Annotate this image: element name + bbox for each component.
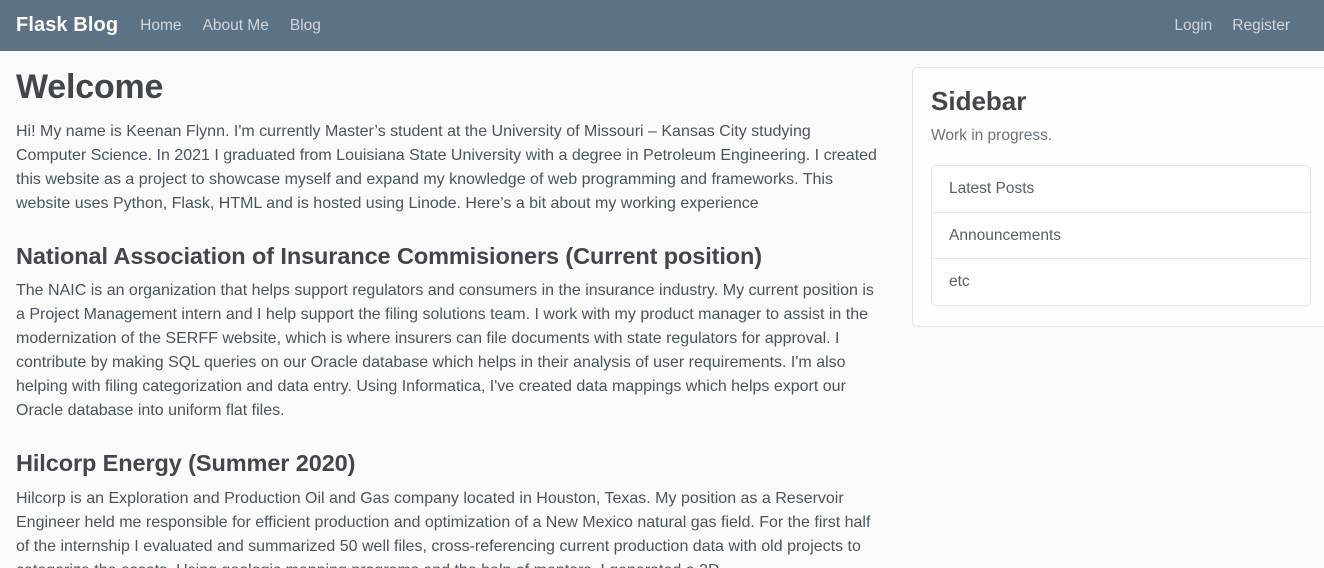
nav-link-about-me[interactable]: About Me (203, 17, 269, 34)
sidebar-title: Sidebar (931, 86, 1027, 116)
nav-item-about-me: About Me (203, 17, 269, 35)
main-content-column: Welcome Hi! My name is Keenan Flynn. I'm… (16, 51, 896, 568)
nav-item-home: Home (140, 17, 181, 35)
page-container: Welcome Hi! My name is Keenan Flynn. I'm… (0, 51, 1324, 568)
section-body-naic: The NAIC is an organization that helps s… (16, 282, 874, 420)
intro-paragraph: Hi! My name is Keenan Flynn. I'm current… (16, 122, 877, 212)
navbar-right-links: Login Register (1174, 17, 1290, 35)
list-item[interactable]: etc (932, 259, 1310, 305)
nav-item-register: Register (1232, 17, 1290, 35)
nav-item-login: Login (1174, 17, 1212, 35)
sidebar-subtitle: Work in progress. (931, 127, 1053, 145)
nav-item-blog: Blog (290, 17, 321, 35)
page-title: Welcome (16, 68, 164, 106)
list-item[interactable]: Announcements (932, 212, 1310, 260)
navbar-left-links: Home About Me Blog (140, 17, 321, 35)
nav-link-home[interactable]: Home (140, 17, 181, 34)
navbar-brand[interactable]: Flask Blog (16, 14, 118, 37)
section-heading-hilcorp: Hilcorp Energy (Summer 2020) (16, 450, 356, 477)
section-heading-naic: National Association of Insurance Commis… (16, 242, 763, 269)
top-navbar: Flask Blog Home About Me Blog Login Regi… (0, 0, 1324, 51)
sidebar-card: Sidebar Work in progress. Latest Posts A… (912, 67, 1324, 327)
nav-link-register[interactable]: Register (1232, 17, 1290, 34)
sidebar-column: Sidebar Work in progress. Latest Posts A… (896, 51, 1324, 327)
sidebar-list-group: Latest Posts Announcements etc (931, 164, 1311, 306)
nav-link-blog[interactable]: Blog (290, 17, 321, 34)
nav-link-login[interactable]: Login (1174, 17, 1212, 34)
section-body-hilcorp: Hilcorp is an Exploration and Production… (16, 489, 871, 568)
list-item[interactable]: Latest Posts (932, 165, 1310, 213)
